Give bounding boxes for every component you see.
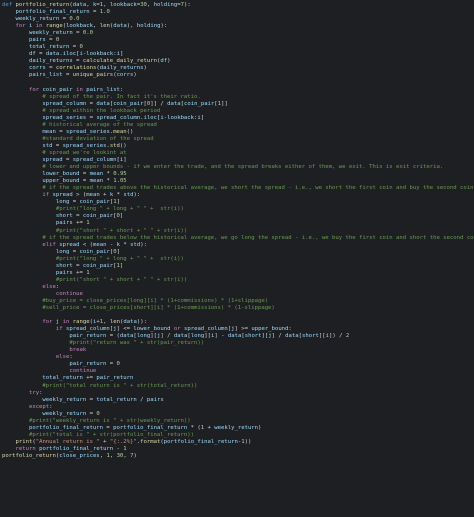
code-line[interactable]: short = coin_pair[1] [0,263,474,270]
code-line[interactable]: for coin_pair in pairs_list: [0,87,474,94]
code-editor[interactable]: def portfolio_return(data, k=1, lookback… [0,0,474,517]
code-line[interactable]: spread_column = data[coin_pair[0]] / dat… [0,101,474,108]
code-line[interactable]: spread = spread_column[i] [0,157,474,164]
code-line[interactable]: corrs = correlations(daily_returns) [0,65,474,72]
code-line[interactable]: #print("weekly_return is " + str(weekly_… [0,418,474,425]
code-line[interactable]: # historical average of the spread [0,122,474,129]
code-line[interactable]: total_return = 0 [0,44,474,51]
code-line[interactable]: # spread we're lookint at [0,150,474,157]
code-line[interactable]: ​ [0,80,474,87]
code-line[interactable]: pairs_list = unique_pairs(corrs) [0,72,474,79]
code-line[interactable]: pair_return = 0 [0,361,474,368]
code-line[interactable]: mean = spread_series.mean() [0,129,474,136]
code-line[interactable]: for i in range(lookback, len(data), hold… [0,23,474,30]
code-line[interactable]: def portfolio_return(data, k=1, lookback… [0,2,474,9]
code-line[interactable]: #print("long " + long + " " + str(i)) [0,206,474,213]
code-line[interactable]: pairs += 1 [0,220,474,227]
code-line[interactable]: #buy_price = close_prices[long][i] * (1+… [0,298,474,305]
code-line[interactable]: elif spread < (mean - k * std): [0,242,474,249]
code-line[interactable]: pair_return = (data[long][j] / data[long… [0,333,474,340]
code-line[interactable]: else: [0,284,474,291]
code-line[interactable]: # spread within the lookback period [0,108,474,115]
code-line[interactable]: portfolio_final_return = portfolio_final… [0,425,474,432]
code-line[interactable]: if spread > (mean + k * std): [0,192,474,199]
code-line[interactable]: print("Annual return is " + "{:.2%}".for… [0,439,474,446]
code-line[interactable]: try: [0,390,474,397]
code-line[interactable]: # if the spread trades below the histori… [0,235,474,242]
code-line[interactable]: portfolio_return(close_prices, 1, 30, 7) [0,453,474,460]
code-line[interactable]: break [0,347,474,354]
code-line[interactable]: weekly_return = total_return / pairs [0,397,474,404]
code-line[interactable]: long = coin_pair[1] [0,199,474,206]
code-line[interactable]: spread_series = spread_column.iloc[i-loo… [0,115,474,122]
code-line[interactable]: df = data.iloc[i-lookback:i] [0,51,474,58]
code-line[interactable]: #standard deviation of the spread [0,136,474,143]
code-line[interactable]: if spread_column[j] <= lower_bound or sp… [0,326,474,333]
code-line[interactable]: std = spread_series.std() [0,143,474,150]
code-line[interactable]: upper_bound = mean * 1.05 [0,178,474,185]
code-line[interactable]: #print("total return is " + str(total_re… [0,383,474,390]
code-line[interactable]: #print("total is " + str(portfolio_final… [0,432,474,439]
code-line[interactable]: weekly_return = 0.0 [0,30,474,37]
code-line[interactable]: portfolio_final_return = 1.0 [0,9,474,16]
code-line[interactable]: for j in range(i+1, len(data)): [0,319,474,326]
code-line[interactable]: #print("short " + short + " " + str(i)) [0,228,474,235]
code-line[interactable]: # spread of the pair. In fact it's their… [0,94,474,101]
code-line[interactable]: daily_returns = calculate_daily_return(d… [0,58,474,65]
code-line[interactable]: weekly_return = 0.0 [0,16,474,23]
code-line[interactable]: # if the spread trades above the histori… [0,185,474,192]
code-line[interactable]: #sell_price = close_prices[short][i] * (… [0,305,474,312]
code-line[interactable]: lower_bound = mean * 0.95 [0,171,474,178]
code-line[interactable]: else: [0,354,474,361]
code-line[interactable]: #print("return was " + str(pair_return)) [0,340,474,347]
code-line[interactable]: weekly_return = 0 [0,411,474,418]
code-line[interactable]: short = coin_pair[0] [0,213,474,220]
code-line[interactable]: #print("short " + short + " " + str(i)) [0,277,474,284]
code-line[interactable]: continue [0,291,474,298]
code-line[interactable]: # lower and upper bounds - if we enter t… [0,164,474,171]
code-line[interactable]: pairs = 0 [0,37,474,44]
code-line[interactable]: #print("long " + long + " " + str(i)) [0,256,474,263]
code-line[interactable]: continue [0,368,474,375]
code-line[interactable]: return portfolio_final_return - 1 [0,446,474,453]
code-line[interactable]: long = coin_pair[0] [0,249,474,256]
code-line[interactable]: ​ [0,312,474,319]
code-line[interactable]: except: [0,404,474,411]
code-line[interactable]: pairs += 1 [0,270,474,277]
code-line[interactable]: total_return += pair_return [0,375,474,382]
